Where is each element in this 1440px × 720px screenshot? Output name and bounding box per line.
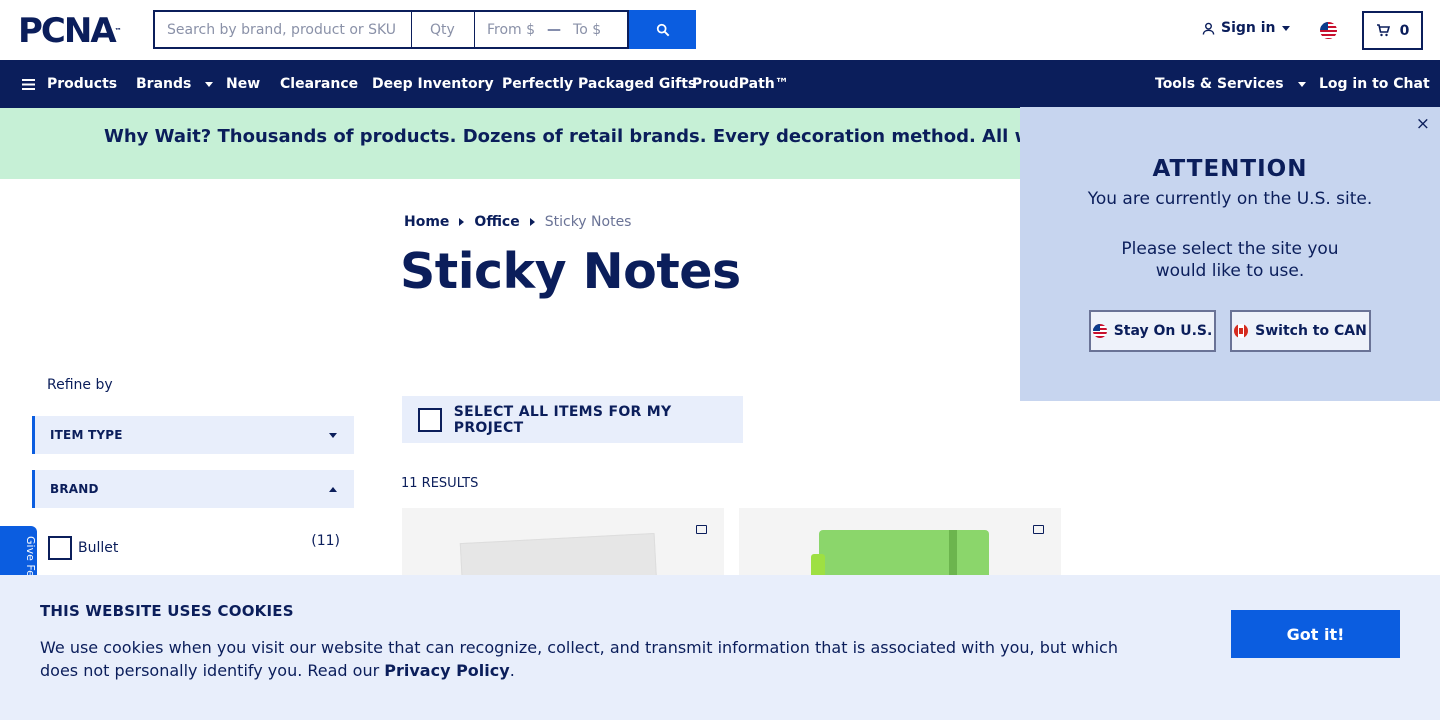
search-button[interactable] [629,10,696,49]
switch-can-button[interactable]: Switch to CAN [1230,310,1371,352]
results-count: 11 RESULTS [401,476,479,491]
canada-flag-icon [1234,324,1249,338]
cart-button[interactable]: 0 [1362,11,1423,50]
select-all-bar[interactable]: SELECT ALL ITEMS FOR MY PROJECT [402,396,743,443]
us-flag-icon[interactable] [1320,22,1337,39]
chevron-up-icon [329,486,337,492]
us-flag-icon [1092,324,1107,338]
chevron-down-icon [1297,81,1306,87]
qty-input[interactable]: Qty [411,10,474,49]
hamburger-icon [22,78,35,90]
price-range-input[interactable]: From $ — To $ [474,10,629,49]
brand-checkbox[interactable] [48,536,72,560]
breadcrumb: Home Office Sticky Notes [404,214,631,230]
nav-clearance[interactable]: Clearance [280,60,358,108]
pcna-logo[interactable]: PCNA™ [18,14,122,48]
nav-products[interactable]: Products [22,60,117,108]
add-to-project-icon[interactable] [696,525,707,534]
cookie-accept-button[interactable]: Got it! [1231,610,1400,658]
page-title: Sticky Notes [400,243,741,300]
breadcrumb-office[interactable]: Office [474,214,519,230]
chevron-right-icon [529,218,535,226]
select-all-checkbox[interactable] [418,407,442,432]
search-icon [656,23,669,36]
facet-brand[interactable]: BRAND [32,470,354,508]
nav-chat[interactable]: Log in to Chat [1319,60,1430,108]
site-header: PCNA™ Search by brand, product or SKU Qt… [0,0,1440,60]
brand-option-bullet[interactable]: Bullet (11) [48,533,340,560]
breadcrumb-current: Sticky Notes [544,214,632,230]
chevron-down-icon [205,81,214,87]
nav-tools-services[interactable]: Tools & Services [1155,60,1306,108]
attention-line2: Please select the site you [1121,239,1339,259]
cart-count: 0 [1399,22,1410,39]
facet-item-type[interactable]: ITEM TYPE [32,416,354,454]
cookie-title: THIS WEBSITE USES COOKIES [40,602,294,620]
refine-label: Refine by [47,377,113,393]
attention-line1: You are currently on the U.S. site. [1087,189,1373,209]
price-to-input[interactable]: To $ [573,22,601,38]
sign-in-menu[interactable]: Sign in [1202,20,1290,36]
search-bar: Search by brand, product or SKU Qty From… [153,10,696,49]
attention-title: ATTENTION [1152,156,1308,182]
chevron-down-icon [1281,25,1290,31]
attention-line3: would like to use. [1155,261,1305,281]
chevron-down-icon [329,432,337,438]
user-icon [1202,22,1215,35]
close-icon[interactable]: × [1416,116,1430,133]
stay-us-button[interactable]: Stay On U.S. [1089,310,1216,352]
nav-brands[interactable]: Brands [136,60,214,108]
promo-text[interactable]: Why Wait? Thousands of products. Dozens … [104,127,1175,147]
cart-icon [1376,24,1390,37]
price-from-input[interactable]: From $ [487,22,535,38]
main-nav: Products Brands New Clearance Deep Inven… [0,60,1440,108]
breadcrumb-home[interactable]: Home [404,214,449,230]
chevron-right-icon [459,218,465,226]
nav-deep-inventory[interactable]: Deep Inventory [372,60,494,108]
privacy-policy-link[interactable]: Privacy Policy [384,661,509,680]
cookie-text: We use cookies when you visit our websit… [40,638,1118,680]
brand-count: (11) [311,533,340,549]
nav-proudpath[interactable]: ProudPath™ [692,60,789,108]
nav-new[interactable]: New [226,60,260,108]
add-to-project-icon[interactable] [1033,525,1044,534]
nav-gifts[interactable]: Perfectly Packaged Gifts [502,60,696,108]
search-input[interactable]: Search by brand, product or SKU [153,10,411,49]
